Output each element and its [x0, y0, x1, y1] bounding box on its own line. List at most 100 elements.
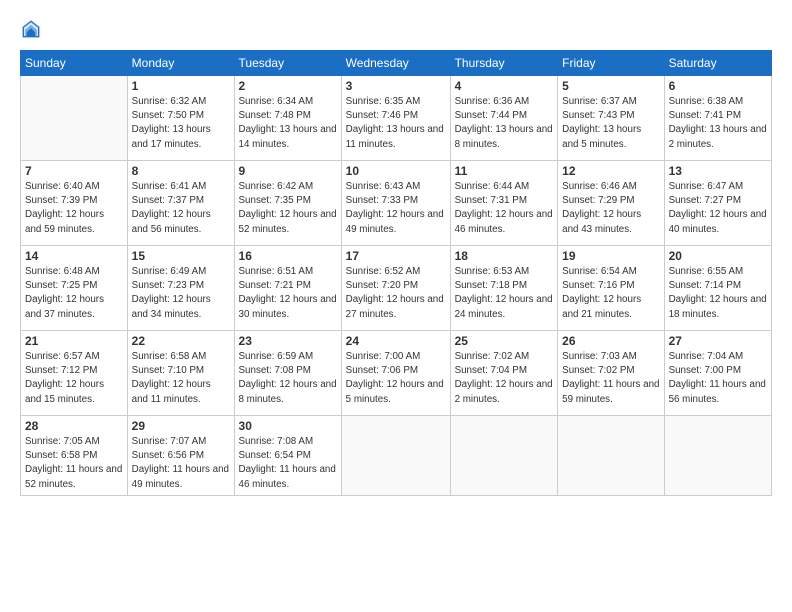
calendar-cell: 29 Sunrise: 7:07 AM Sunset: 6:56 PM Dayli… [127, 416, 234, 496]
calendar-cell: 27 Sunrise: 7:04 AM Sunset: 7:00 PM Dayli… [664, 331, 771, 416]
calendar-week-row: 14Sunrise: 6:48 AM Sunset: 7:25 PM Dayli… [21, 246, 772, 331]
day-info: Sunrise: 7:05 AM Sunset: 6:58 PM Dayligh… [25, 435, 123, 492]
calendar-cell: 25 Sunrise: 7:02 AM Sunset: 7:04 PM Dayli… [450, 331, 558, 416]
day-number: 11 [455, 164, 554, 178]
day-number: 15 [132, 249, 230, 263]
day-info: Sunrise: 6:35 AM Sunset: 7:46 PM Dayligh… [346, 95, 446, 152]
calendar-cell [341, 416, 450, 496]
day-info: Sunrise: 7:04 AM Sunset: 7:00 PM Dayligh… [669, 350, 767, 407]
day-number: 18 [455, 249, 554, 263]
day-number: 27 [669, 334, 767, 348]
day-info: Sunrise: 6:59 AM Sunset: 7:08 PM Dayligh… [239, 350, 337, 407]
day-info: Sunrise: 6:34 AM Sunset: 7:48 PM Dayligh… [239, 95, 337, 152]
day-number: 24 [346, 334, 446, 348]
calendar-cell: 23 Sunrise: 6:59 AM Sunset: 7:08 PM Dayli… [234, 331, 341, 416]
day-info: Sunrise: 6:38 AM Sunset: 7:41 PM Dayligh… [669, 95, 767, 152]
day-info: Sunrise: 6:41 AM Sunset: 7:37 PM Dayligh… [132, 180, 230, 237]
calendar-page: SundayMondayTuesdayWednesdayThursdayFrid… [0, 0, 792, 612]
calendar-cell: 6 Sunrise: 6:38 AM Sunset: 7:41 PM Daylig… [664, 76, 771, 161]
day-info: Sunrise: 6:48 AM Sunset: 7:25 PM Dayligh… [25, 265, 123, 322]
day-info: Sunrise: 7:00 AM Sunset: 7:06 PM Dayligh… [346, 350, 446, 407]
day-info: Sunrise: 6:57 AM Sunset: 7:12 PM Dayligh… [25, 350, 123, 407]
calendar-header-tuesday: Tuesday [234, 51, 341, 76]
calendar-cell [664, 416, 771, 496]
day-number: 2 [239, 79, 337, 93]
day-info: Sunrise: 6:40 AM Sunset: 7:39 PM Dayligh… [25, 180, 123, 237]
day-number: 13 [669, 164, 767, 178]
day-number: 26 [562, 334, 659, 348]
calendar-cell: 18 Sunrise: 6:53 AM Sunset: 7:18 PM Dayli… [450, 246, 558, 331]
calendar-cell: 2 Sunrise: 6:34 AM Sunset: 7:48 PM Daylig… [234, 76, 341, 161]
day-number: 22 [132, 334, 230, 348]
calendar-cell: 10Sunrise: 6:43 AM Sunset: 7:33 PM Dayli… [341, 161, 450, 246]
day-number: 17 [346, 249, 446, 263]
calendar-header-thursday: Thursday [450, 51, 558, 76]
page-header [20, 18, 772, 40]
calendar-cell: 11 Sunrise: 6:44 AM Sunset: 7:31 PM Dayli… [450, 161, 558, 246]
day-info: Sunrise: 6:37 AM Sunset: 7:43 PM Dayligh… [562, 95, 659, 152]
calendar-cell: 16 Sunrise: 6:51 AM Sunset: 7:21 PM Dayli… [234, 246, 341, 331]
calendar-cell [558, 416, 664, 496]
calendar-header-monday: Monday [127, 51, 234, 76]
calendar-cell [450, 416, 558, 496]
day-info: Sunrise: 6:51 AM Sunset: 7:21 PM Dayligh… [239, 265, 337, 322]
day-number: 4 [455, 79, 554, 93]
day-number: 20 [669, 249, 767, 263]
calendar-cell: 22 Sunrise: 6:58 AM Sunset: 7:10 PM Dayli… [127, 331, 234, 416]
day-number: 5 [562, 79, 659, 93]
calendar-week-row: 1 Sunrise: 6:32 AM Sunset: 7:50 PM Daylig… [21, 76, 772, 161]
day-info: Sunrise: 7:07 AM Sunset: 6:56 PM Dayligh… [132, 435, 230, 492]
day-number: 7 [25, 164, 123, 178]
day-info: Sunrise: 6:42 AM Sunset: 7:35 PM Dayligh… [239, 180, 337, 237]
logo [20, 18, 46, 40]
day-number: 9 [239, 164, 337, 178]
calendar-cell: 30Sunrise: 7:08 AM Sunset: 6:54 PM Dayli… [234, 416, 341, 496]
day-number: 6 [669, 79, 767, 93]
day-info: Sunrise: 6:58 AM Sunset: 7:10 PM Dayligh… [132, 350, 230, 407]
day-info: Sunrise: 6:44 AM Sunset: 7:31 PM Dayligh… [455, 180, 554, 237]
day-info: Sunrise: 6:55 AM Sunset: 7:14 PM Dayligh… [669, 265, 767, 322]
day-info: Sunrise: 6:53 AM Sunset: 7:18 PM Dayligh… [455, 265, 554, 322]
day-number: 16 [239, 249, 337, 263]
day-info: Sunrise: 7:02 AM Sunset: 7:04 PM Dayligh… [455, 350, 554, 407]
calendar-cell: 3 Sunrise: 6:35 AM Sunset: 7:46 PM Daylig… [341, 76, 450, 161]
day-number: 12 [562, 164, 659, 178]
calendar-cell: 19 Sunrise: 6:54 AM Sunset: 7:16 PM Dayli… [558, 246, 664, 331]
day-info: Sunrise: 6:46 AM Sunset: 7:29 PM Dayligh… [562, 180, 659, 237]
calendar-header-saturday: Saturday [664, 51, 771, 76]
day-number: 3 [346, 79, 446, 93]
calendar-cell: 15 Sunrise: 6:49 AM Sunset: 7:23 PM Dayli… [127, 246, 234, 331]
calendar-header-wednesday: Wednesday [341, 51, 450, 76]
logo-icon [20, 18, 42, 40]
calendar-cell: 14Sunrise: 6:48 AM Sunset: 7:25 PM Dayli… [21, 246, 128, 331]
day-info: Sunrise: 6:52 AM Sunset: 7:20 PM Dayligh… [346, 265, 446, 322]
calendar-cell [21, 76, 128, 161]
day-info: Sunrise: 6:49 AM Sunset: 7:23 PM Dayligh… [132, 265, 230, 322]
day-info: Sunrise: 6:54 AM Sunset: 7:16 PM Dayligh… [562, 265, 659, 322]
day-number: 1 [132, 79, 230, 93]
day-info: Sunrise: 7:08 AM Sunset: 6:54 PM Dayligh… [239, 435, 337, 492]
calendar-cell: 8 Sunrise: 6:41 AM Sunset: 7:37 PM Daylig… [127, 161, 234, 246]
day-number: 10 [346, 164, 446, 178]
day-number: 21 [25, 334, 123, 348]
day-number: 8 [132, 164, 230, 178]
calendar-cell: 20 Sunrise: 6:55 AM Sunset: 7:14 PM Dayli… [664, 246, 771, 331]
calendar-cell: 17 Sunrise: 6:52 AM Sunset: 7:20 PM Dayli… [341, 246, 450, 331]
calendar-week-row: 28 Sunrise: 7:05 AM Sunset: 6:58 PM Dayli… [21, 416, 772, 496]
calendar-cell: 24 Sunrise: 7:00 AM Sunset: 7:06 PM Dayli… [341, 331, 450, 416]
calendar-table: SundayMondayTuesdayWednesdayThursdayFrid… [20, 50, 772, 496]
day-info: Sunrise: 6:32 AM Sunset: 7:50 PM Dayligh… [132, 95, 230, 152]
day-number: 29 [132, 419, 230, 433]
calendar-cell: 4 Sunrise: 6:36 AM Sunset: 7:44 PM Daylig… [450, 76, 558, 161]
day-number: 28 [25, 419, 123, 433]
calendar-header-sunday: Sunday [21, 51, 128, 76]
calendar-cell: 21 Sunrise: 6:57 AM Sunset: 7:12 PM Dayli… [21, 331, 128, 416]
day-number: 25 [455, 334, 554, 348]
calendar-cell: 7 Sunrise: 6:40 AM Sunset: 7:39 PM Daylig… [21, 161, 128, 246]
calendar-cell: 28 Sunrise: 7:05 AM Sunset: 6:58 PM Dayli… [21, 416, 128, 496]
calendar-cell: 1 Sunrise: 6:32 AM Sunset: 7:50 PM Daylig… [127, 76, 234, 161]
day-info: Sunrise: 6:36 AM Sunset: 7:44 PM Dayligh… [455, 95, 554, 152]
calendar-week-row: 21 Sunrise: 6:57 AM Sunset: 7:12 PM Dayli… [21, 331, 772, 416]
day-number: 23 [239, 334, 337, 348]
day-number: 19 [562, 249, 659, 263]
